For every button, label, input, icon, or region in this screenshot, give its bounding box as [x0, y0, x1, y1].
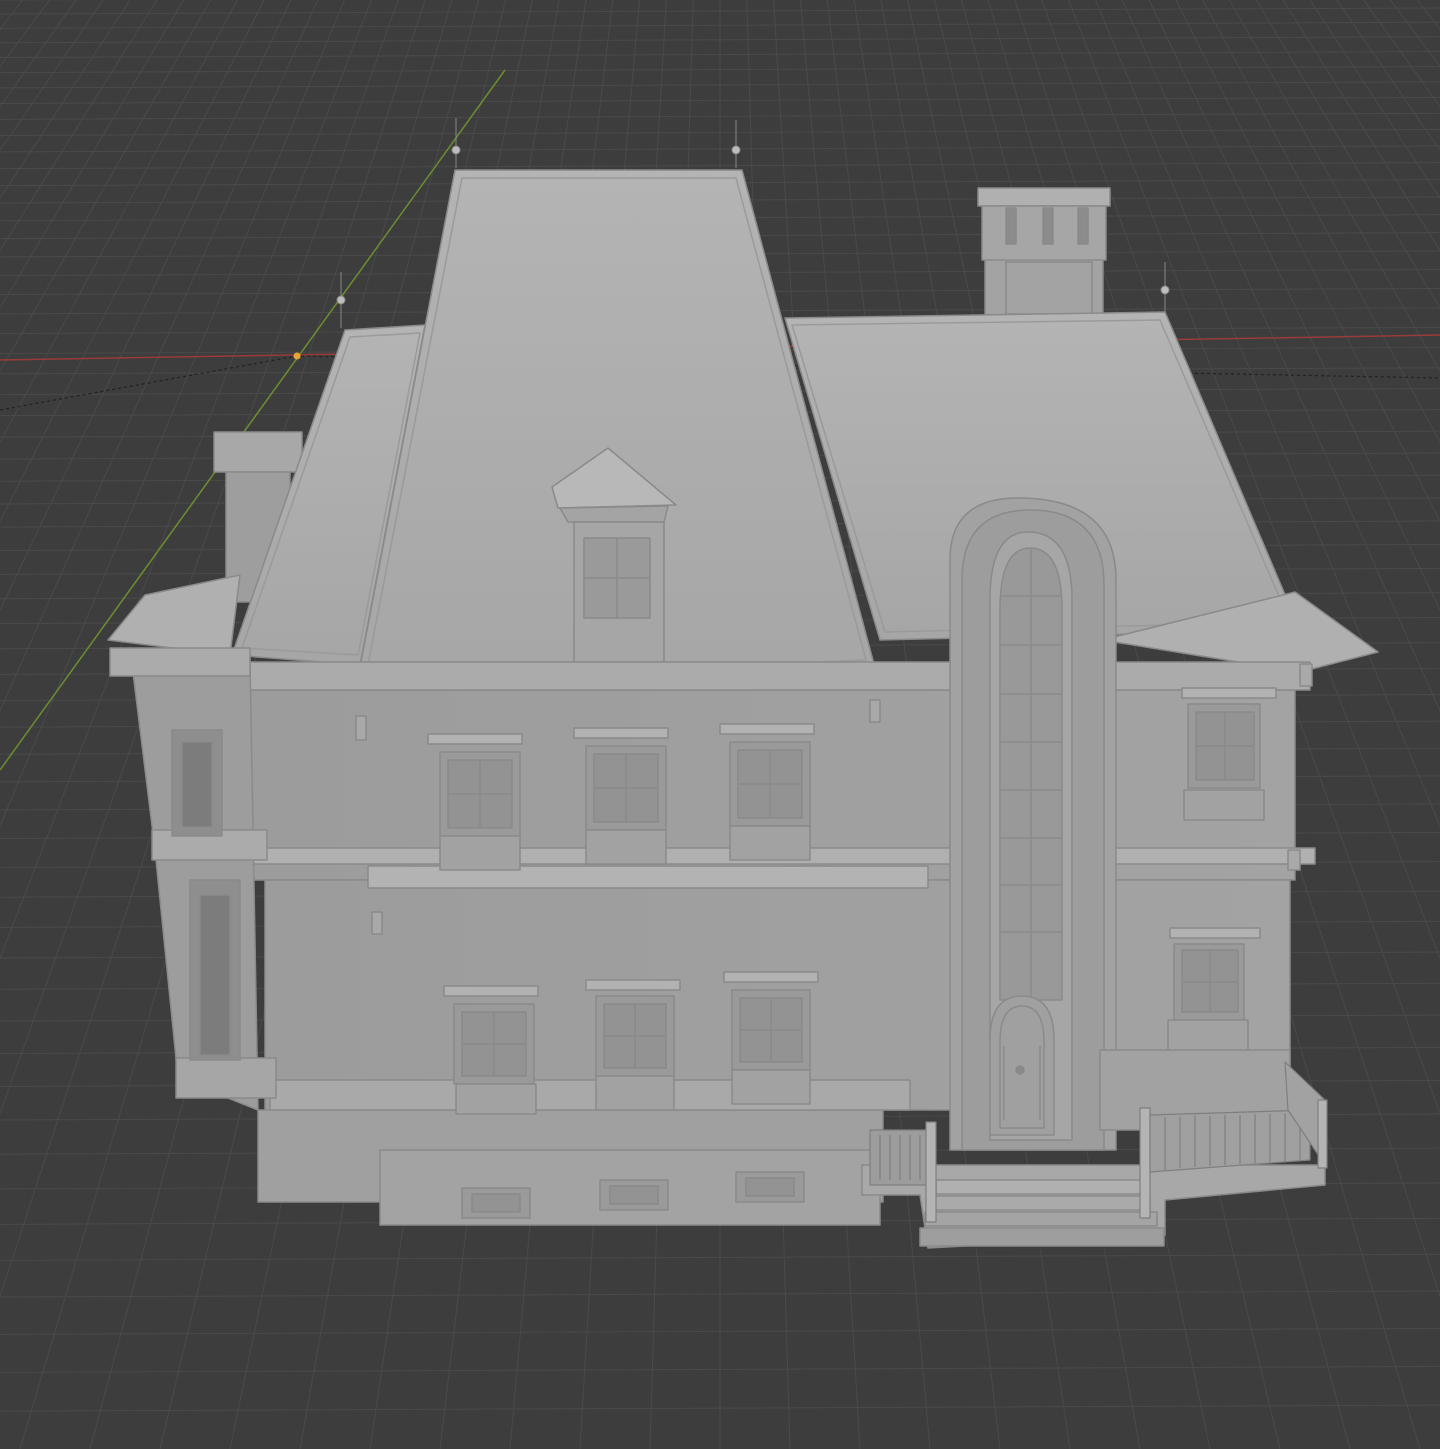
- arched-tower: [949, 497, 1117, 1151]
- 3d-viewport[interactable]: [0, 0, 1440, 1449]
- grid-line: [1371, 0, 1440, 1449]
- grid-line: [0, 0, 69, 1449]
- grid-line: [0, 0, 27, 1449]
- bay-roof: [107, 574, 241, 656]
- grid-line: [1308, 0, 1440, 1449]
- grid-line: [1329, 0, 1440, 1449]
- grid-line: [1434, 0, 1440, 1449]
- chimney: [977, 187, 1111, 316]
- bay-window: [109, 647, 277, 1111]
- grid-line: [1392, 0, 1440, 1449]
- viewport-canvas[interactable]: [0, 0, 1440, 1449]
- grid-line: [0, 0, 48, 1449]
- grid-line: [0, 0, 153, 1449]
- grid-line: [0, 0, 6, 1449]
- house-model[interactable]: [107, 118, 1379, 1249]
- grid-line: [0, 0, 90, 1449]
- grid-line: [1287, 0, 1440, 1449]
- grid-line: [0, 0, 132, 1449]
- grid-line: [1413, 0, 1440, 1449]
- grid-line: [1350, 0, 1440, 1449]
- origin-marker[interactable]: [293, 352, 301, 360]
- grid-line: [0, 0, 111, 1449]
